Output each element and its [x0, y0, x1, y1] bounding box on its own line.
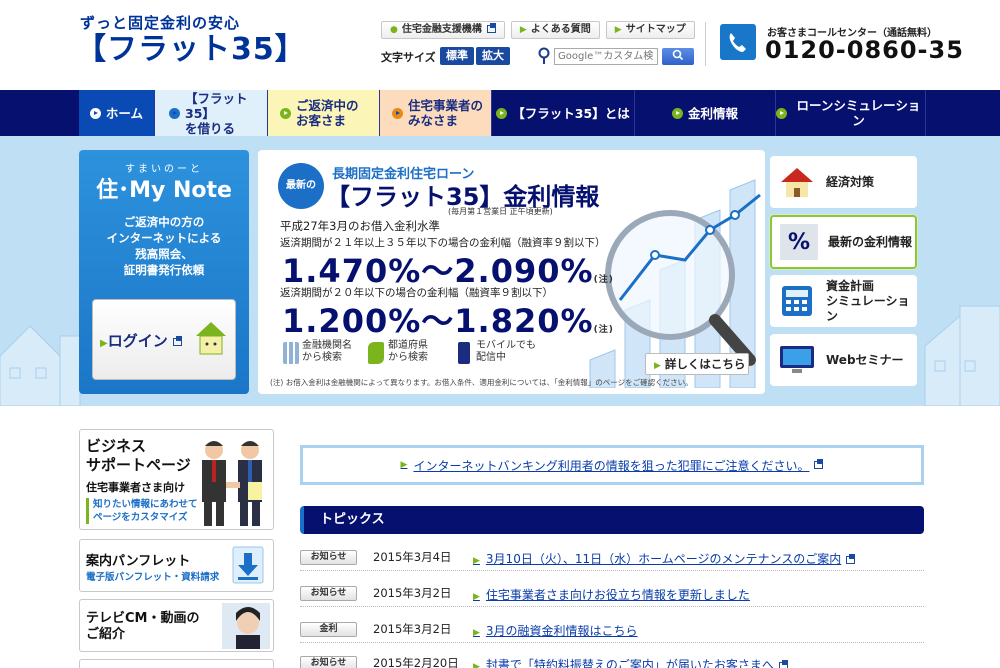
topics-heading: トピックス: [300, 506, 924, 534]
latest-rate-button[interactable]: % 最新の金利情報: [770, 215, 917, 269]
nav-arrow-icon: [392, 107, 403, 119]
nav-arrow-icon: [671, 107, 683, 119]
nav-arrow-icon: [496, 107, 508, 119]
topic-category-badge: お知らせ: [300, 656, 357, 668]
arrow-right-icon: ▶: [473, 662, 480, 668]
header-divider: [705, 22, 706, 66]
top-link-sitemap[interactable]: ▶ サイトマップ: [605, 21, 695, 39]
search-button[interactable]: [662, 48, 694, 65]
calculator-icon: [778, 283, 816, 319]
nav-borrow[interactable]: 【フラット35】 を借りる: [155, 90, 268, 136]
business-support-subtitle: 住宅事業者さま向け: [86, 481, 185, 494]
pamphlet-subtitle: 電子版パンフレット・資料請求: [86, 572, 220, 583]
topic-link[interactable]: ▶ 住宅事業者さま向けお役立ち情報を更新しました: [473, 586, 750, 603]
business-support-note: 知りたい情報にあわせて ページをカスタマイズ: [86, 498, 198, 524]
site-tagline: ずっと固定金利の安心: [80, 14, 241, 32]
site-logo[interactable]: 【フラット35】: [76, 32, 306, 68]
topic-link[interactable]: ▶ 3月10日（火）、11日（水）ホームページのメンテナンスのご案内: [473, 550, 856, 567]
rate-details-button[interactable]: ▶ 詳しくはこちら: [645, 353, 749, 375]
nav-arrow-icon: [89, 107, 101, 119]
top-link-faq[interactable]: ▶ よくある質問: [510, 21, 600, 39]
map-japan-icon: [368, 342, 384, 364]
nav-home[interactable]: ホーム: [79, 90, 155, 136]
topic-row: お知らせ 2015年3月2日 ▶ 住宅事業者さま向けお役立ち情報を更新しました: [300, 583, 924, 607]
rate-period: 平成27年3月のお借入金利水準: [280, 219, 440, 233]
external-link-icon: [814, 459, 824, 469]
call-center-number[interactable]: 0120-0860-35: [765, 36, 964, 64]
external-link-icon: [486, 23, 496, 33]
rate-footnote: (注) お借入金利は金融機関によって異なります。お借入条件、適用金利については、…: [270, 378, 693, 387]
web-seminar-button[interactable]: Webセミナー: [770, 334, 917, 386]
search-by-prefecture-link[interactable]: 都道府県 から検索: [388, 340, 428, 364]
businessmen-handshake-illustration: [202, 441, 262, 526]
pamphlet-title: 案内パンフレット: [86, 554, 191, 569]
rate-update-note: (毎月第１営業日 正午頃更新): [448, 207, 553, 216]
nav-arrow-icon: [169, 107, 180, 119]
arrow-right-icon: ▶: [473, 556, 480, 566]
nav-arrow-icon: [776, 107, 787, 119]
topic-row: 金利 2015年3月2日 ▶ 3月の融資金利情報はこちら: [300, 619, 924, 643]
arrow-right-icon: ▶: [654, 361, 661, 371]
download-icon: [232, 546, 264, 584]
location-pin-icon: [538, 47, 550, 64]
rate-range-short: 1.200%〜1.820%(注): [282, 302, 614, 340]
nav-business[interactable]: 住宅事業者の みなさま: [380, 90, 492, 136]
nav-repaying[interactable]: ご返済中の お客さま: [268, 90, 380, 136]
nav-about-flat35[interactable]: 【フラット35】とは: [492, 90, 635, 136]
topic-category-badge: お知らせ: [300, 550, 357, 565]
nav-rate-info[interactable]: 金利情報: [635, 90, 776, 136]
house-icon: [778, 164, 816, 200]
actress-photo: [222, 603, 270, 649]
house-mascot-icon: [196, 322, 226, 355]
search-icon: [672, 49, 684, 61]
next-card[interactable]: [79, 659, 274, 668]
newest-badge: 最新の: [278, 163, 324, 209]
top-links: ● 住宅金融支援機構 ▶ よくある質問 ▶ サイトマップ: [381, 21, 695, 39]
topic-date: 2015年2月20日: [373, 656, 459, 668]
external-link-icon: [846, 553, 856, 564]
mobile-info-link[interactable]: モバイルでも 配信中: [476, 340, 536, 364]
phone-icon: [720, 24, 756, 60]
economic-measures-button[interactable]: 経済対策: [770, 156, 917, 208]
login-label[interactable]: ▶ログイン: [100, 330, 182, 351]
topic-category-badge: お知らせ: [300, 586, 357, 601]
tv-cm-title: テレビCM・動画の ご紹介: [86, 611, 200, 642]
topic-link[interactable]: ▶ 3月の融資金利情報はこちら: [473, 622, 638, 639]
search-by-bank-link[interactable]: 金融機関名 から検索: [302, 340, 352, 364]
mobile-phone-icon: [458, 342, 470, 364]
arrow-right-icon: ▶: [473, 592, 480, 602]
top-link-jhf[interactable]: ● 住宅金融支援機構: [381, 21, 505, 39]
font-size-label: 文字サイズ: [381, 51, 436, 64]
font-size-standard-button[interactable]: 標準: [440, 47, 474, 65]
font-size-large-button[interactable]: 拡大: [476, 47, 510, 65]
topic-date: 2015年3月4日: [373, 550, 452, 564]
bank-grid-icon: [283, 342, 299, 364]
external-link-icon: [778, 659, 788, 668]
topic-date: 2015年3月2日: [373, 586, 452, 600]
arrow-right-icon: ▶: [100, 338, 108, 349]
percent-icon: %: [780, 224, 818, 260]
topic-row: お知らせ 2015年2月20日 ▶ 封書で「特約料振替えのご案内」が届いたお客さま…: [300, 653, 924, 668]
nav-arrow-icon: [280, 107, 291, 119]
topic-date: 2015年3月2日: [373, 622, 452, 636]
nav-loan-simulation[interactable]: ローンシミュレーション: [776, 90, 926, 136]
jhf-logo-icon: ●: [390, 25, 398, 35]
my-note-description: ご返済中の方の インターネットによる 残高照会、 証明書発行依頼: [106, 215, 222, 277]
arrow-right-icon: ▶: [400, 460, 408, 470]
security-alert-banner[interactable]: ▶ インターネットバンキング利用者の情報を狙った犯罪にご注意ください。: [300, 445, 924, 485]
arrow-right-icon: ▶: [614, 25, 622, 35]
search-input[interactable]: [554, 48, 658, 65]
monitor-icon: [778, 342, 816, 378]
topic-category-badge: 金利: [300, 622, 357, 637]
topic-row: お知らせ 2015年3月4日 ▶ 3月10日（火）、11日（水）ホームページのメン…: [300, 547, 924, 571]
business-support-title: ビジネス サポートページ: [86, 437, 191, 474]
arrow-right-icon: ▶: [473, 628, 480, 638]
fund-simulation-button[interactable]: 資金計画 シミュレーション: [770, 275, 917, 327]
my-note-title: 住･My Note: [96, 178, 232, 203]
external-link-icon: [172, 335, 182, 346]
topic-link[interactable]: ▶ 封書で「特約料振替えのご案内」が届いたお客さまへ: [473, 656, 788, 668]
arrow-right-icon: ▶: [519, 25, 527, 35]
